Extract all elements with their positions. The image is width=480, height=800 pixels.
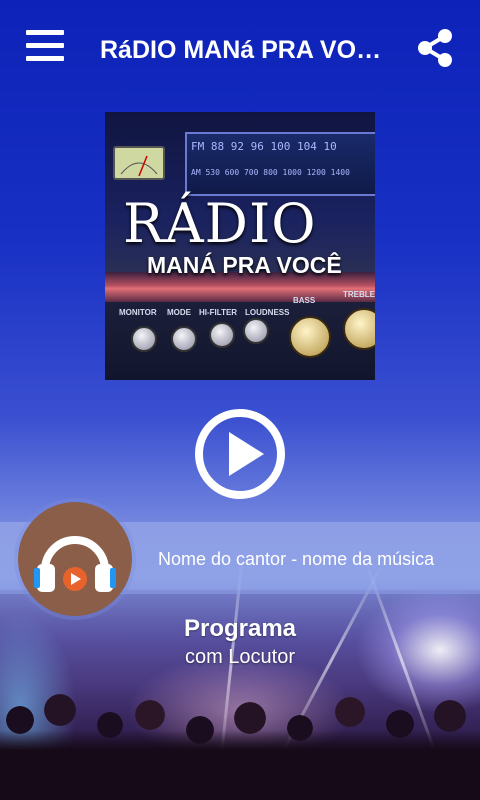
cover-knob [171,326,197,352]
am-scale: AM 530 600 700 800 1000 1200 1400 [191,168,350,177]
play-icon[interactable] [194,408,286,500]
fm-scale: FM 88 92 96 100 104 10 [191,140,337,153]
program-host: com Locutor [184,646,296,668]
cover-label-hifilter: HI-FILTER [199,308,238,317]
cover-control-panel: MONITOR MODE HI-FILTER LOUDNESS BASS TRE… [105,290,375,380]
app-header: RáDIO MANá PRA VOCÊ [0,0,480,98]
now-playing-track: Nome do cantor - nome da música [158,549,435,569]
cover-label-monitor: MONITOR [119,308,157,317]
share-icon[interactable] [415,28,455,68]
headphones-icon [18,502,132,616]
treble-knob [343,308,375,350]
station-cover-art: FM 88 92 96 100 104 10 AM 530 600 700 80… [105,112,375,380]
station-title: RáDIO MANá PRA VOCÊ [100,36,390,64]
cover-label-loudness: LOUDNESS [245,308,290,317]
cover-station-name: MANÁ PRA VOCÊ [147,252,342,278]
tuner-meter [113,146,165,180]
cover-label-bass: BASS [293,296,316,305]
cover-knob [243,318,269,344]
cover-label-mode: MODE [167,308,191,317]
hamburger-menu-icon[interactable] [26,30,64,64]
frequency-dial: FM 88 92 96 100 104 10 AM 530 600 700 80… [185,132,375,196]
cover-knob [131,326,157,352]
cover-label-treble: TREBLE [343,290,375,299]
program-name: Programa [183,615,297,642]
bass-knob [289,316,331,358]
cover-knob [209,322,235,348]
cover-radio-word: RÁDIO [123,192,317,255]
crowd-silhouettes [0,680,480,800]
